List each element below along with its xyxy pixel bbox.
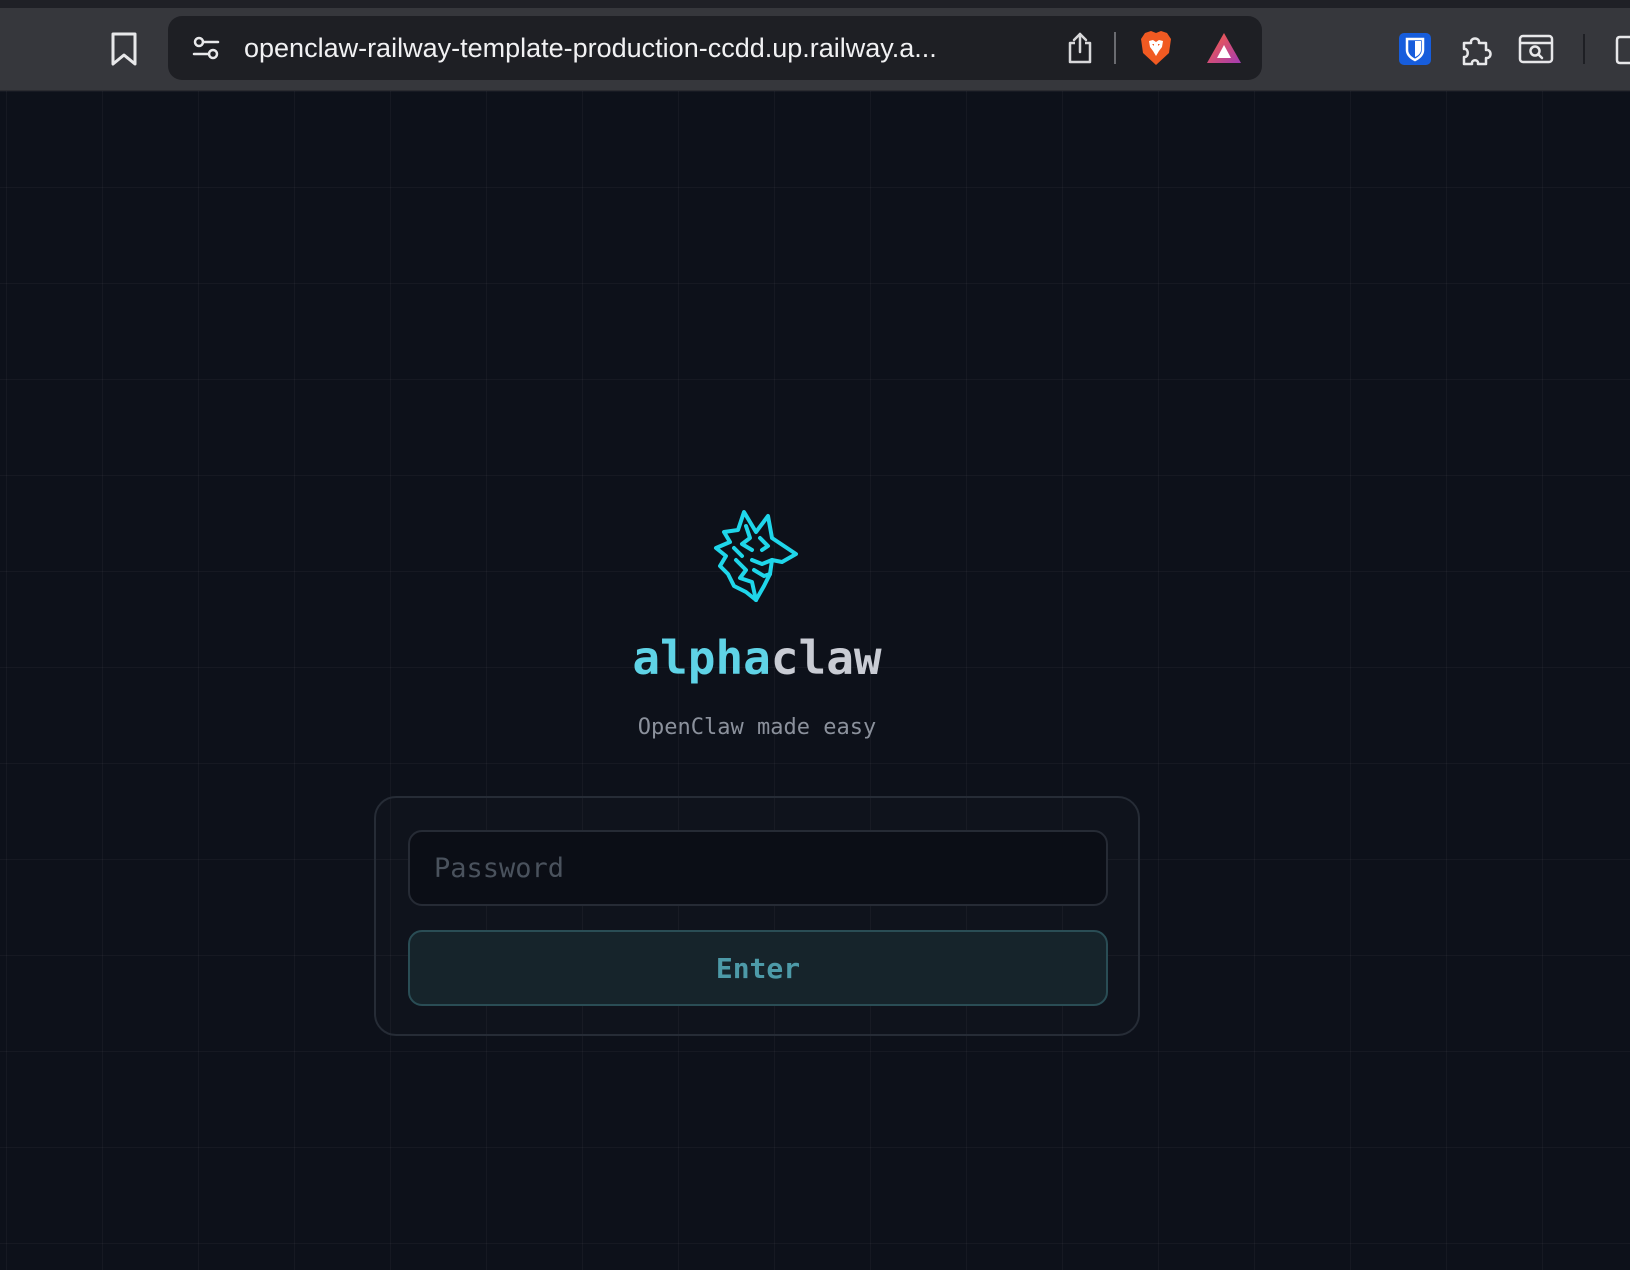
- share-icon[interactable]: [1060, 28, 1100, 68]
- brand-title: alphaclaw: [0, 631, 1514, 685]
- window-top-strip: [0, 0, 1630, 8]
- tab-search-icon[interactable]: [1515, 28, 1557, 70]
- toolbar-divider: [1583, 34, 1585, 64]
- sidebar-icon[interactable]: [1608, 30, 1630, 70]
- address-bar-divider: [1114, 32, 1116, 64]
- bitwarden-icon[interactable]: [1394, 28, 1436, 70]
- extensions-icon[interactable]: [1455, 28, 1497, 70]
- enter-button[interactable]: Enter: [408, 930, 1108, 1006]
- url-text[interactable]: openclaw-railway-template-production-ccd…: [244, 16, 1034, 80]
- wolf-logo-icon: [706, 504, 806, 604]
- browser-toolbar: openclaw-railway-template-production-ccd…: [0, 8, 1630, 91]
- brand-title-alpha: alpha: [632, 631, 771, 685]
- login-card: Enter: [374, 796, 1140, 1036]
- brave-rewards-icon[interactable]: [1202, 26, 1246, 70]
- address-bar[interactable]: openclaw-railway-template-production-ccd…: [168, 16, 1262, 80]
- brand-title-claw: claw: [770, 631, 882, 685]
- tagline: OpenClaw made easy: [637, 715, 877, 740]
- bookmark-icon[interactable]: [104, 28, 144, 70]
- page-content: alphaclaw OpenClaw made easy Enter: [0, 91, 1630, 1270]
- password-input[interactable]: [408, 830, 1108, 906]
- brave-shields-icon[interactable]: [1134, 26, 1178, 70]
- tune-icon[interactable]: [186, 28, 226, 68]
